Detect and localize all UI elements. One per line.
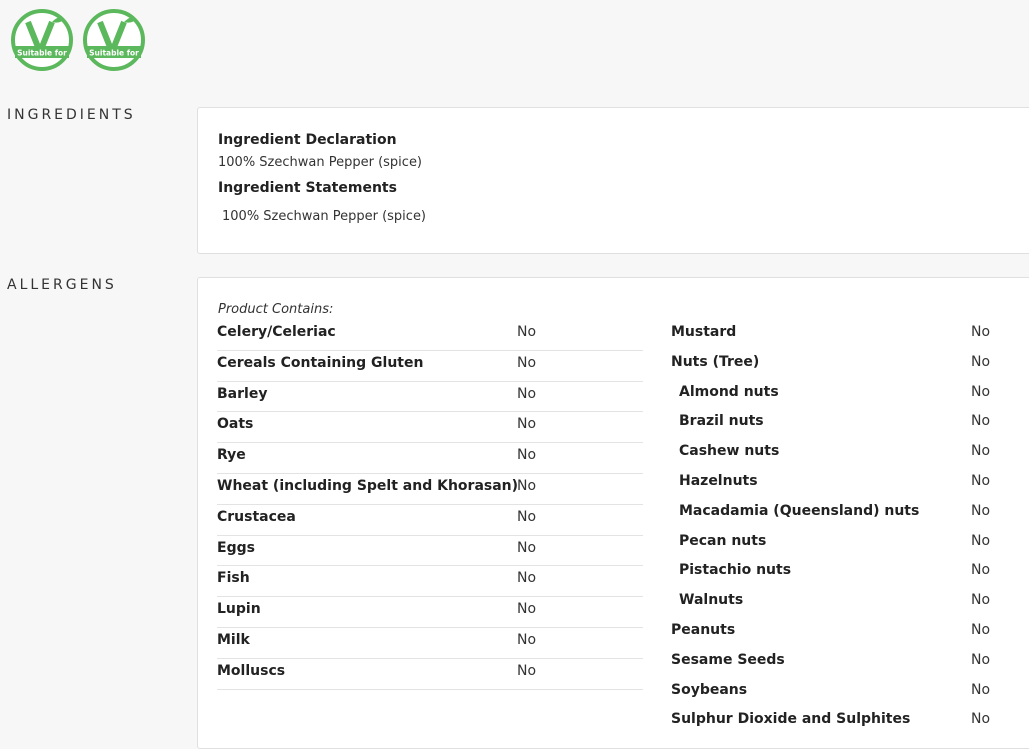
ingredients-section-label: INGREDIENTS [7,107,136,123]
allergen-row: Eggs No [217,536,643,567]
allergens-section-label: ALLERGENS [7,277,117,293]
ingredient-statements-text: 100% Szechwan Pepper (spice) [222,209,427,224]
allergen-value: No [971,472,991,489]
allergen-row: Sesame Seeds No [671,648,1029,678]
suitable-for-vegan-badge: Suitable for [82,8,146,72]
allergen-name: Molluscs [217,662,286,679]
allergen-row: Lupin No [217,597,643,628]
allergen-name: Wheat (including Spelt and Khorasan) [217,477,519,494]
allergen-row: Nuts (Tree) No [671,350,1029,380]
allergen-row: Crustacea No [217,505,643,536]
allergen-name: Lupin [217,601,261,618]
allergens-right-column: Mustard No Nuts (Tree) No Almond nuts No Br… [671,320,1029,737]
allergen-row: Sulphur Dioxide and Sulphites No [671,707,1029,737]
allergen-row: Mustard No [671,320,1029,350]
allergen-row: Oats No [217,412,643,444]
allergen-value: No [517,354,537,371]
allergen-name: Eggs [217,539,255,556]
allergens-card: Product Contains: Celery/Celeriac No Cere… [197,277,1029,749]
allergen-name: Macadamia (Queensland) nuts [679,502,920,519]
allergen-name: Almond nuts [679,383,779,400]
allergen-value: No [517,662,537,679]
allergen-value: No [517,447,537,464]
allergen-name: Brazil nuts [679,413,764,430]
allergen-name: Milk [217,631,250,648]
vegetarian-v-icon: Suitable for [11,9,73,71]
allergen-value: No [517,539,537,556]
allergen-row: Cereals Containing Gluten No [217,351,643,382]
allergen-value: No [971,324,991,340]
allergen-subrow: Pecan nuts No [671,529,1029,559]
suitable-for-vegetarian-badge: Suitable for [10,8,74,72]
allergen-name: Sesame Seeds [671,651,785,668]
allergen-row: Rye No [217,443,643,474]
ingredient-declaration-heading: Ingredient Declaration [218,132,397,148]
vegan-v-icon: Suitable for [83,9,145,71]
allergen-value: No [971,562,991,579]
allergen-value: No [517,477,537,494]
allergen-value: No [517,631,537,648]
allergen-name: Sulphur Dioxide and Sulphites [671,711,911,728]
ingredients-card: Ingredient Declaration 100% Szechwan Pep… [197,107,1029,254]
product-contains-label: Product Contains: [218,302,334,317]
allergen-name: Rye [217,447,246,464]
allergen-value: No [971,621,991,638]
allergen-value: No [517,508,537,525]
allergen-subrow: Pistachio nuts No [671,558,1029,588]
allergen-name: Cashew nuts [679,443,780,460]
allergen-row: Milk No [217,628,643,659]
allergen-row: Wheat (including Spelt and Khorasan) No [217,474,643,505]
allergen-value: No [971,443,991,460]
allergen-name: Pistachio nuts [679,562,792,579]
allergen-row: Molluscs No [217,659,643,690]
allergen-name: Soybeans [671,681,748,698]
allergen-name: Pecan nuts [679,532,767,549]
allergen-value: No [517,416,537,433]
allergen-value: No [971,681,991,698]
allergen-value: No [971,592,991,609]
allergen-value: No [971,353,991,370]
allergen-row: Fish No [217,566,643,598]
allergen-name: Mustard [671,324,737,340]
allergen-subrow: Cashew nuts No [671,439,1029,469]
allergen-value: No [517,385,537,402]
allergen-name: Walnuts [679,592,744,609]
allergen-subrow: Macadamia (Queensland) nuts No [671,499,1029,529]
badge-text: Suitable for [89,49,139,58]
ingredient-declaration-text: 100% Szechwan Pepper (spice) [218,155,423,170]
allergen-row: Soybeans No [671,678,1029,708]
allergen-name: Cereals Containing Gluten [217,354,424,371]
allergen-value: No [971,383,991,400]
allergen-row: Peanuts No [671,618,1029,648]
allergen-value: No [971,651,991,668]
allergen-name: Fish [217,570,250,587]
allergen-subrow: Almond nuts No [671,380,1029,410]
allergen-value: No [971,532,991,549]
allergen-name: Barley [217,385,268,402]
allergen-row: Celery/Celeriac No [217,320,643,351]
allergen-name: Celery/Celeriac [217,324,336,340]
allergen-value: No [971,413,991,430]
allergen-subrow: Hazelnuts No [671,469,1029,499]
allergen-value: No [517,570,537,587]
allergen-row: Barley No [217,382,643,413]
allergen-name: Crustacea [217,508,296,525]
allergen-name: Hazelnuts [679,472,758,489]
ingredient-statements-heading: Ingredient Statements [218,180,397,196]
allergen-value: No [971,711,991,728]
allergen-subrow: Walnuts No [671,588,1029,618]
badge-text: Suitable for [17,49,67,58]
allergen-name: Peanuts [671,621,736,638]
allergen-value: No [517,324,537,340]
allergen-value: No [971,502,991,519]
allergen-value: No [517,601,537,618]
allergen-name: Nuts (Tree) [671,353,760,370]
allergen-subrow: Brazil nuts No [671,409,1029,439]
allergens-left-column: Celery/Celeriac No Cereals Containing Glu… [217,320,643,690]
allergen-name: Oats [217,416,254,433]
